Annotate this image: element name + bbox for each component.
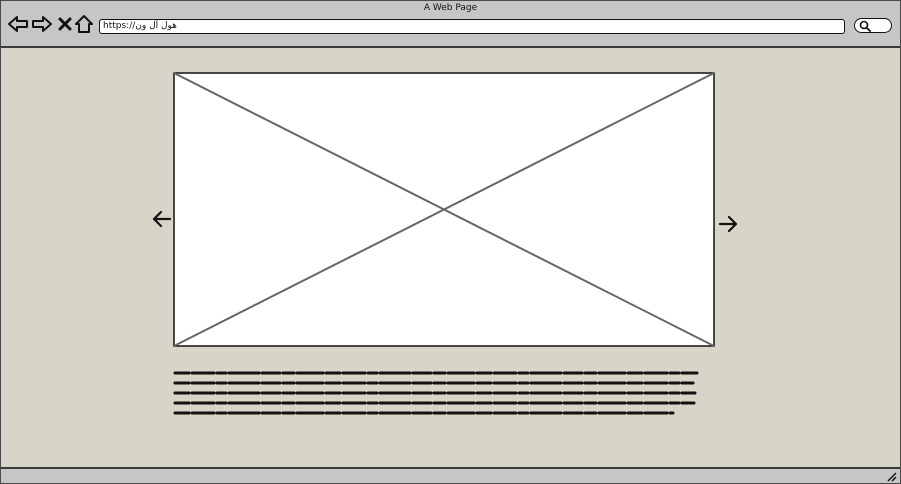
search-button[interactable] xyxy=(854,18,892,33)
carousel-prev-icon[interactable] xyxy=(151,208,173,230)
search-icon xyxy=(859,20,871,32)
close-icon xyxy=(58,17,72,31)
address-bar[interactable]: https://هول آل ون xyxy=(99,19,845,34)
browser-window: A Web Page https://هول آل ون xyxy=(0,0,901,484)
status-bar xyxy=(1,467,900,483)
forward-button[interactable] xyxy=(31,13,53,35)
back-button[interactable] xyxy=(7,13,29,35)
carousel-next-icon[interactable] xyxy=(717,213,739,235)
scribbled-text-block xyxy=(173,371,699,415)
carousel-image-placeholder xyxy=(173,72,715,347)
home-button[interactable] xyxy=(73,13,95,35)
window-title: A Web Page xyxy=(423,3,478,13)
address-text: https://هول آل ون xyxy=(103,21,177,31)
home-icon xyxy=(75,15,93,33)
resize-grip-icon[interactable] xyxy=(885,470,897,482)
browser-toolbar: A Web Page https://هول آل ون xyxy=(1,1,900,48)
forward-arrow-icon xyxy=(32,16,52,32)
back-arrow-icon xyxy=(8,16,28,32)
